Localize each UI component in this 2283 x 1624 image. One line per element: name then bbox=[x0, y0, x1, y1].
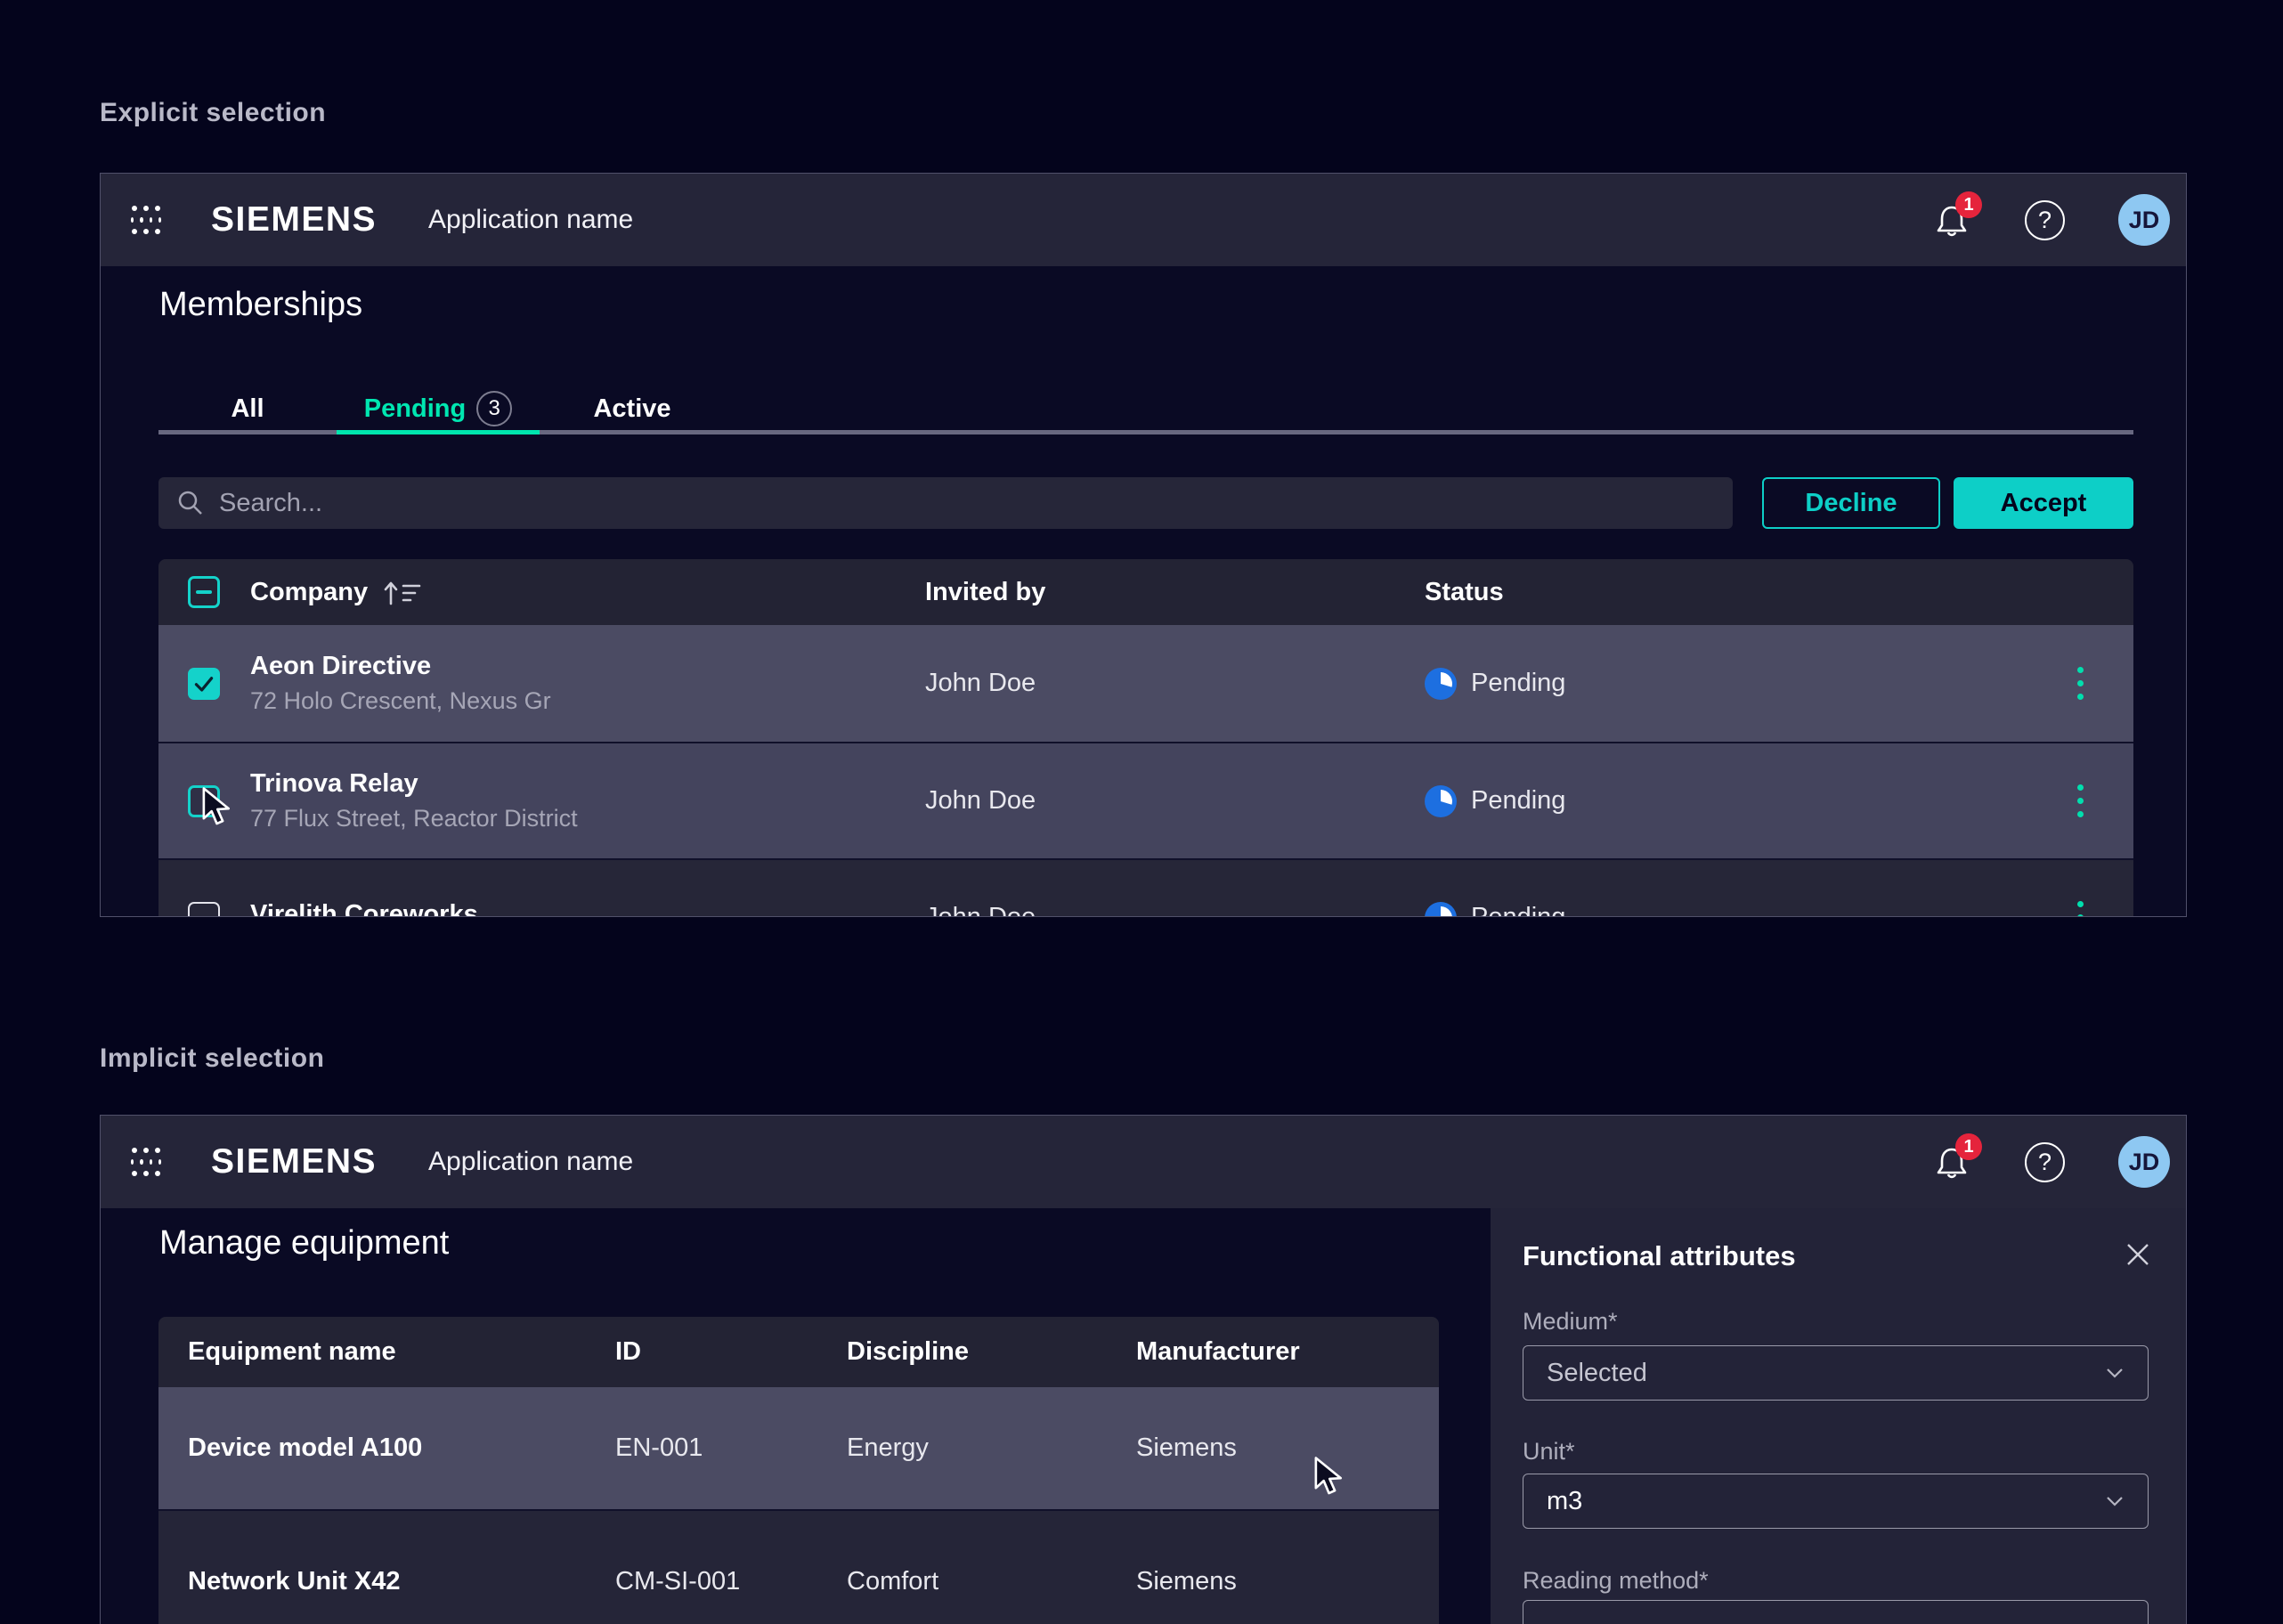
memberships-table: Company Invited by Status bbox=[158, 559, 2133, 917]
screenshot-canvas: Explicit selection SIEMENS Application n… bbox=[0, 0, 2283, 1624]
invited-by: John Doe bbox=[925, 903, 1036, 917]
search-bar bbox=[158, 477, 1733, 529]
company-name: Trinova Relay bbox=[250, 769, 578, 799]
notifications-button[interactable]: 1 bbox=[1934, 202, 1970, 238]
tab-underline bbox=[158, 430, 2133, 434]
medium-select[interactable]: Selected bbox=[1523, 1345, 2149, 1401]
equipment-name: Network Unit X42 bbox=[188, 1567, 401, 1596]
page-title: Manage equipment bbox=[159, 1224, 449, 1263]
equipment-name: Device model A100 bbox=[188, 1433, 422, 1463]
reading-method-select[interactable] bbox=[1523, 1600, 2149, 1624]
sort-ascending-icon bbox=[382, 577, 425, 607]
company-name: Virelith Coreworks bbox=[250, 900, 478, 918]
column-header-status: Status bbox=[1425, 578, 1504, 607]
memberships-app-window: SIEMENS Application name 1 ? JD Membersh… bbox=[100, 173, 2187, 917]
pending-status-icon bbox=[1425, 902, 1457, 918]
row-menu-kebab-icon[interactable] bbox=[2072, 779, 2089, 823]
notification-badge: 1 bbox=[1955, 191, 1982, 218]
active-tab-indicator bbox=[337, 430, 540, 434]
table-row[interactable]: Trinova Relay 77 Flux Street, Reactor Di… bbox=[158, 742, 2133, 858]
column-header-equipment-name: Equipment name bbox=[188, 1337, 396, 1367]
table-header: Company Invited by Status bbox=[158, 559, 2133, 625]
accept-button[interactable]: Accept bbox=[1954, 477, 2133, 529]
help-button[interactable]: ? bbox=[2025, 1142, 2065, 1182]
select-all-checkbox[interactable] bbox=[188, 576, 220, 608]
siemens-logo: SIEMENS bbox=[211, 200, 377, 240]
help-button[interactable]: ? bbox=[2025, 200, 2065, 240]
search-input[interactable] bbox=[219, 489, 1715, 518]
functional-attributes-panel: Functional attributes Medium* Selected U… bbox=[1491, 1208, 2187, 1624]
equipment-discipline: Comfort bbox=[847, 1567, 938, 1596]
app-header: SIEMENS Application name 1 ? JD bbox=[101, 1116, 2186, 1208]
table-row[interactable]: Network Unit X42 CM-SI-001 Comfort Sieme… bbox=[158, 1509, 1439, 1624]
column-header-invited-by: Invited by bbox=[925, 578, 1045, 607]
invited-by: John Doe bbox=[925, 786, 1036, 816]
table-header: Equipment name ID Discipline Manufacture… bbox=[158, 1317, 1439, 1387]
row-checkbox-unchecked[interactable] bbox=[188, 902, 220, 918]
equipment-manufacturer: Siemens bbox=[1136, 1567, 1237, 1596]
status-text: Pending bbox=[1471, 669, 1565, 698]
unit-select[interactable]: m3 bbox=[1523, 1474, 2149, 1529]
section-label-explicit: Explicit selection bbox=[100, 98, 326, 128]
equipment-discipline: Energy bbox=[847, 1433, 929, 1463]
page-title: Memberships bbox=[159, 286, 362, 324]
company-address: 72 Holo Crescent, Nexus Gr bbox=[250, 687, 551, 715]
column-header-discipline: Discipline bbox=[847, 1337, 969, 1367]
decline-button[interactable]: Decline bbox=[1762, 477, 1940, 529]
equipment-table: Equipment name ID Discipline Manufacture… bbox=[158, 1317, 1439, 1624]
tab-pending[interactable]: Pending 3 bbox=[337, 386, 540, 432]
app-header: SIEMENS Application name 1 ? JD bbox=[101, 174, 2186, 266]
siemens-logo: SIEMENS bbox=[211, 1142, 377, 1181]
tab-bar: All Pending 3 Active bbox=[158, 386, 725, 432]
notification-badge: 1 bbox=[1955, 1133, 1982, 1160]
app-launcher-icon[interactable] bbox=[131, 206, 161, 234]
row-menu-kebab-icon[interactable] bbox=[2072, 662, 2089, 705]
pending-count-badge: 3 bbox=[476, 391, 512, 426]
notifications-button[interactable]: 1 bbox=[1934, 1144, 1970, 1180]
table-row[interactable]: Virelith Coreworks John Doe Pending bbox=[158, 858, 2133, 917]
medium-value: Selected bbox=[1547, 1359, 2105, 1388]
company-name: Aeon Directive bbox=[250, 652, 551, 681]
panel-title: Functional attributes bbox=[1523, 1240, 1796, 1272]
close-icon[interactable] bbox=[2122, 1238, 2154, 1271]
app-launcher-icon[interactable] bbox=[131, 1148, 161, 1176]
pending-status-icon bbox=[1425, 668, 1457, 700]
avatar[interactable]: JD bbox=[2118, 1136, 2170, 1188]
search-icon bbox=[176, 489, 205, 517]
equipment-id: EN-001 bbox=[615, 1433, 703, 1463]
chevron-down-icon bbox=[2105, 1494, 2125, 1508]
application-name: Application name bbox=[428, 205, 633, 235]
tab-all[interactable]: All bbox=[158, 386, 337, 432]
pending-status-icon bbox=[1425, 785, 1457, 817]
status-text: Pending bbox=[1471, 786, 1565, 816]
company-address: 77 Flux Street, Reactor District bbox=[250, 805, 578, 832]
chevron-down-icon bbox=[2105, 1366, 2125, 1380]
unit-value: m3 bbox=[1547, 1487, 2105, 1516]
column-header-company[interactable]: Company bbox=[250, 559, 425, 625]
status-text: Pending bbox=[1471, 903, 1565, 917]
column-header-id: ID bbox=[615, 1337, 641, 1367]
invited-by: John Doe bbox=[925, 669, 1036, 698]
field-label-medium: Medium* bbox=[1523, 1308, 1618, 1336]
equipment-manufacturer: Siemens bbox=[1136, 1433, 1237, 1463]
row-checkbox-checked[interactable] bbox=[188, 668, 220, 700]
field-label-unit: Unit* bbox=[1523, 1438, 1575, 1466]
section-label-implicit: Implicit selection bbox=[100, 1043, 324, 1074]
row-menu-kebab-icon[interactable] bbox=[2072, 896, 2089, 917]
table-row[interactable]: Aeon Directive 72 Holo Crescent, Nexus G… bbox=[158, 625, 2133, 742]
avatar[interactable]: JD bbox=[2118, 194, 2170, 246]
column-header-manufacturer: Manufacturer bbox=[1136, 1337, 1300, 1367]
field-label-reading-method: Reading method* bbox=[1523, 1567, 1709, 1595]
tab-active[interactable]: Active bbox=[540, 386, 725, 432]
row-checkbox-hover[interactable] bbox=[188, 785, 220, 817]
equipment-app-window: SIEMENS Application name 1 ? JD Manage e… bbox=[100, 1115, 2187, 1624]
table-row[interactable]: Device model A100 EN-001 Energy Siemens bbox=[158, 1387, 1439, 1509]
application-name: Application name bbox=[428, 1147, 633, 1177]
equipment-id: CM-SI-001 bbox=[615, 1567, 740, 1596]
